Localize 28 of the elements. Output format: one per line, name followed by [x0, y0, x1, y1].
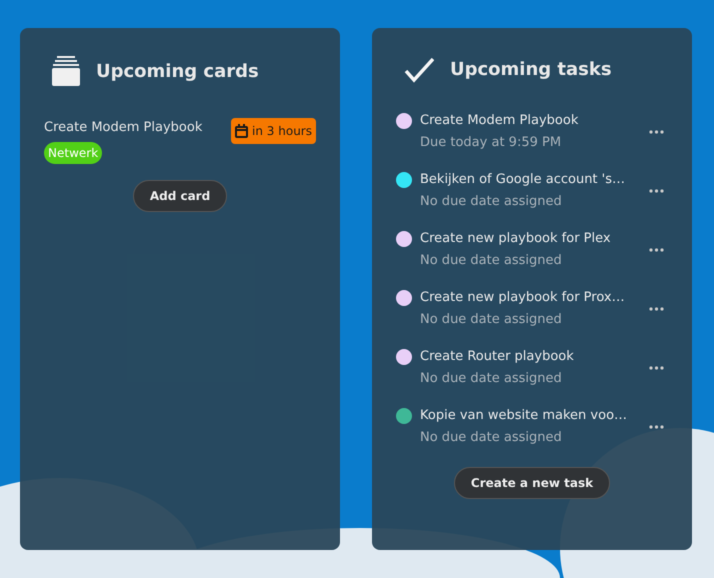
- checkmark-icon: [404, 56, 434, 82]
- task-due: No due date assigned: [420, 192, 563, 210]
- task-title[interactable]: Kopie van website maken voo…: [420, 406, 634, 426]
- more-icon[interactable]: [649, 188, 664, 192]
- task-title[interactable]: Create new playbook for Plex: [420, 229, 634, 248]
- task-due: No due date assigned: [420, 252, 563, 270]
- more-icon[interactable]: [649, 366, 664, 370]
- create-task-button[interactable]: Create a new task: [454, 467, 610, 499]
- task-title[interactable]: Create new playbook for Prox…: [420, 288, 634, 308]
- calendar-icon: [235, 124, 248, 138]
- more-icon[interactable]: [649, 424, 664, 428]
- card-title[interactable]: Create Modem Playbook: [44, 118, 202, 138]
- card-stack-icon: [52, 56, 80, 86]
- task-title[interactable]: Create Modem Playbook: [420, 111, 634, 130]
- more-icon[interactable]: [649, 306, 664, 310]
- add-card-button[interactable]: Add card: [132, 180, 228, 212]
- panel-title: Upcoming cards: [96, 60, 259, 84]
- task-due: No due date assigned: [420, 310, 563, 328]
- task-due: No due date assigned: [420, 370, 563, 388]
- task-due: Due today at 9:59 PM: [420, 134, 562, 152]
- more-icon[interactable]: [649, 248, 664, 252]
- panel-title: Upcoming tasks: [450, 58, 612, 82]
- task-title[interactable]: Bekijken of Google account 's…: [420, 170, 634, 190]
- task-title[interactable]: Create Router playbook: [420, 347, 634, 366]
- due-text: in 3 hours: [252, 123, 312, 140]
- task-due: No due date assigned: [420, 428, 563, 446]
- more-icon[interactable]: [649, 130, 664, 134]
- label-tag: Netwerk: [44, 142, 102, 164]
